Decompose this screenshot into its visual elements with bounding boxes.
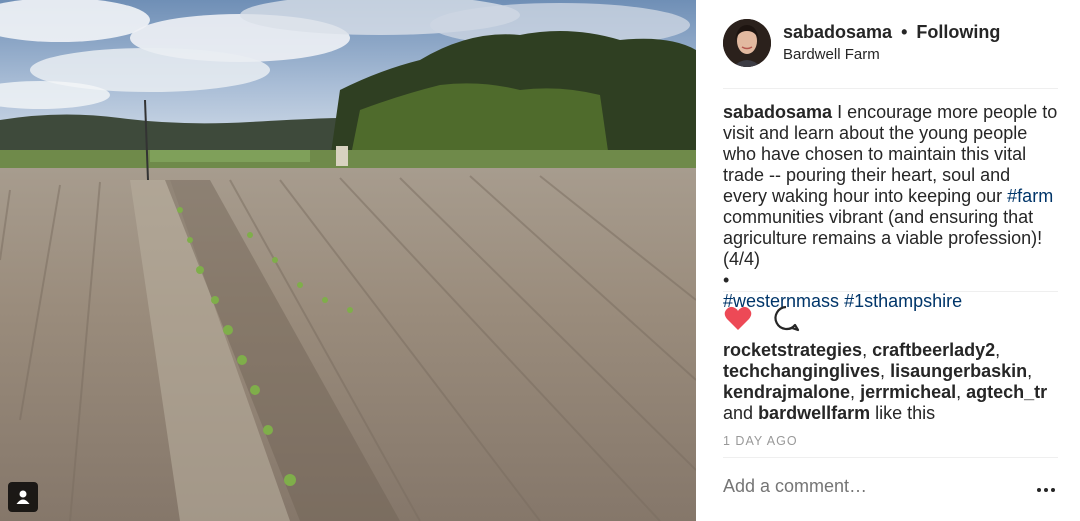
more-dots-icon[interactable] [1034,480,1058,500]
location-link[interactable]: Bardwell Farm [783,46,880,63]
liker-link[interactable]: craftbeerlady2 [872,340,995,360]
comment-input[interactable] [723,476,1023,497]
post-header: sabadosama • Following Bardwell Farm [723,18,1058,89]
divider [723,291,1058,292]
caption-bullet: • [723,270,730,290]
liker-link[interactable]: lisaungerbaskin [890,361,1027,381]
post-timestamp[interactable]: 1 DAY AGO [723,434,798,448]
liker-link[interactable]: kendrajmalone [723,382,850,402]
post-caption: sabadosama I encourage more people to vi… [723,102,1059,312]
likes-and-text: and [723,403,754,423]
caption-author-link[interactable]: sabadosama [723,102,832,122]
divider [723,457,1058,458]
liker-link[interactable]: jerrmicheal [860,382,956,402]
separator-dot: • [901,22,908,42]
likes-suffix: like this [875,403,936,423]
liker-link[interactable]: agtech_tr [966,382,1047,402]
post-actions [723,303,801,335]
user-tag-icon[interactable] [8,482,38,512]
liker-link[interactable]: techchanginglives [723,361,880,381]
liker-link[interactable]: rocketstrategies [723,340,862,360]
hashtag-1sthampshire-link[interactable]: #1sthampshire [844,291,962,311]
liker-link[interactable]: bardwellfarm [758,403,870,423]
comment-bubble-icon[interactable] [771,303,801,333]
username-link[interactable]: sabadosama [783,22,892,42]
heart-filled-icon[interactable] [723,303,753,333]
hashtag-farm-link[interactable]: #farm [1007,186,1053,206]
avatar[interactable] [723,19,771,67]
caption-text-continued: communities vibrant (and ensuring that a… [723,207,1043,269]
following-button[interactable]: Following [916,22,1000,42]
likes-summary: rocketstrategies, craftbeerlady2, techch… [723,340,1048,423]
post-photo[interactable] [0,0,696,521]
farm-field-image [0,0,696,521]
post-details-panel: sabadosama • Following Bardwell Farm sab… [696,0,1080,521]
